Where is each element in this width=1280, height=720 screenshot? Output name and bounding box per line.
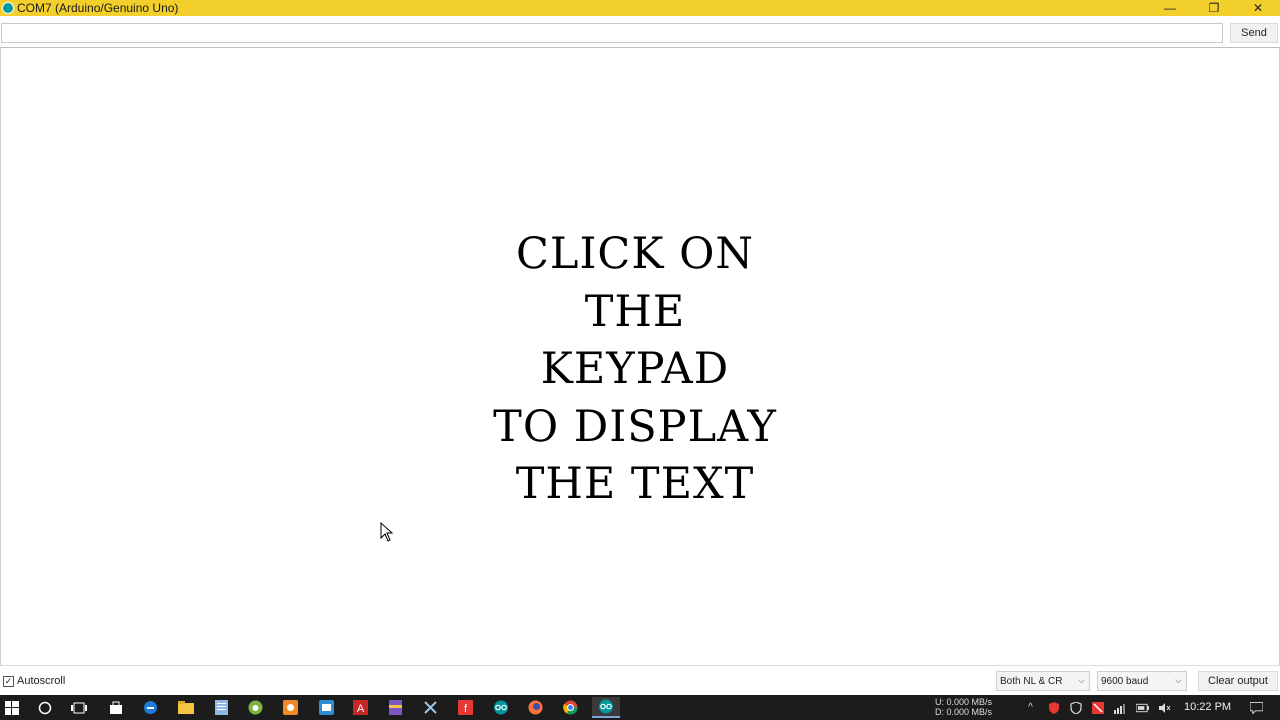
- window-title: COM7 (Arduino/Genuino Uno): [17, 1, 179, 15]
- restore-button[interactable]: ❐: [1192, 0, 1236, 16]
- volume-muted-icon[interactable]: [1158, 701, 1171, 714]
- baud-rate-select[interactable]: 9600 baud ⌵: [1097, 671, 1187, 691]
- serial-input[interactable]: [1, 23, 1223, 43]
- chevron-down-icon: ⌵: [1078, 675, 1085, 685]
- cortana-icon[interactable]: [36, 699, 53, 716]
- download-speed: D: 0.000 MB/s: [935, 707, 993, 717]
- serial-monitor-footer: ✓ Autoscroll Both NL & CR ⌵ 9600 baud ⌵ …: [0, 665, 1280, 695]
- output-line: THE TEXT: [515, 459, 755, 509]
- arduino-active-icon[interactable]: [592, 697, 620, 718]
- winrar-icon[interactable]: [387, 699, 404, 716]
- tray-expand-icon[interactable]: ^: [1024, 701, 1037, 714]
- clear-output-button[interactable]: Clear output: [1198, 671, 1278, 691]
- notepad-icon[interactable]: [213, 699, 230, 716]
- foxit-icon[interactable]: f: [457, 699, 474, 716]
- firefox-icon[interactable]: [527, 699, 544, 716]
- file-explorer-icon[interactable]: [177, 699, 194, 716]
- system-clock[interactable]: 10:22 PM: [1184, 701, 1231, 713]
- send-button[interactable]: Send: [1230, 23, 1278, 43]
- baud-rate-value: 9600 baud: [1101, 675, 1149, 687]
- serial-output-area[interactable]: CLICK ON THE KEYPAD TO DISPLAY THE TEXT: [0, 48, 1280, 665]
- close-button[interactable]: ✕: [1236, 0, 1280, 16]
- app-tray-icon[interactable]: [1091, 701, 1104, 714]
- window-controls: — ❐ ✕: [1148, 0, 1280, 16]
- line-ending-value: Both NL & CR: [1000, 675, 1063, 687]
- store-icon[interactable]: [107, 699, 124, 716]
- autoscroll-label: Autoscroll: [17, 675, 66, 687]
- battery-icon[interactable]: [1136, 701, 1149, 714]
- output-line: THE: [584, 286, 686, 337]
- autoscroll-checkbox[interactable]: ✓: [3, 675, 14, 687]
- defender-icon[interactable]: [1069, 701, 1082, 714]
- acrobat-icon[interactable]: A: [352, 699, 369, 716]
- output-line: TO DISPLAY: [493, 401, 777, 452]
- output-line: KEYPAD: [540, 344, 730, 394]
- arduino-icon[interactable]: [492, 699, 509, 716]
- upload-speed: U: 0.000 MB/s: [935, 697, 993, 707]
- windows-taskbar: A f U: 0.000 MB/s D: 0.000 MB/s ^ 10:22 …: [0, 695, 1280, 720]
- app-icon-blue[interactable]: [318, 699, 335, 716]
- minimize-button[interactable]: —: [1148, 0, 1192, 16]
- security-icon[interactable]: [1047, 701, 1060, 714]
- autoscroll-toggle[interactable]: ✓ Autoscroll: [3, 675, 65, 687]
- chrome-icon[interactable]: [562, 699, 579, 716]
- task-view-icon[interactable]: [70, 699, 87, 716]
- arduino-app-icon: [2, 2, 14, 14]
- output-line: CLICK ON: [515, 229, 754, 279]
- mouse-cursor-icon: [380, 522, 394, 542]
- windows-start-icon[interactable]: [3, 699, 20, 716]
- snipping-icon[interactable]: [422, 699, 439, 716]
- send-row: Send: [0, 21, 1280, 45]
- notifications-icon[interactable]: [1250, 701, 1263, 714]
- edge-icon[interactable]: [142, 699, 159, 716]
- line-ending-select[interactable]: Both NL & CR ⌵: [996, 671, 1090, 691]
- network-speed-readout: U: 0.000 MB/s D: 0.000 MB/s: [935, 697, 992, 717]
- window-titlebar: COM7 (Arduino/Genuino Uno) — ❐ ✕: [0, 0, 1280, 16]
- android-icon[interactable]: [247, 699, 264, 716]
- app-icon-orange[interactable]: [282, 699, 299, 716]
- svg-text:A: A: [357, 703, 365, 715]
- chevron-down-icon: ⌵: [1175, 675, 1182, 685]
- wifi-icon[interactable]: [1113, 701, 1126, 714]
- serial-output-text: CLICK ON THE KEYPAD TO DISPLAY THE TEXT: [1, 226, 1269, 514]
